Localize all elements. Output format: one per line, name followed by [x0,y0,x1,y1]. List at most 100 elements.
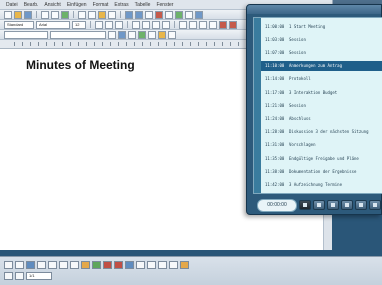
border-icon[interactable] [108,30,116,39]
agenda-item-time: 11:14:00 [265,76,285,82]
drawing-icon[interactable] [175,10,183,19]
menu-format[interactable]: Format [93,2,109,8]
agenda-item[interactable]: 11:35:00 Endgültige Freigabe und Pläne [261,153,382,163]
style-select[interactable]: Standard [4,20,34,29]
cut-icon[interactable] [78,10,86,19]
agenda-gutter [254,18,261,193]
underline-icon[interactable] [115,20,123,29]
track-changes-icon[interactable] [168,30,176,39]
save-icon[interactable] [24,10,32,19]
indent-icon[interactable] [209,20,217,29]
3d-icon[interactable] [180,260,189,269]
agenda-item-title: 3 Aufzeichnung Termine [289,181,342,187]
font-select[interactable]: Arial [36,20,70,29]
dash-style-icon[interactable] [147,260,156,269]
table-icon[interactable] [155,10,163,19]
paste-icon[interactable] [98,10,106,19]
menu-tools[interactable]: Extras [114,2,128,8]
agenda-item[interactable]: 11:42:00 3 Aufzeichnung Termine [261,179,382,189]
panel-title-bar[interactable] [247,5,381,14]
font-family-select[interactable] [50,30,106,39]
menu-view[interactable]: Ansicht [44,2,60,8]
bold-icon[interactable] [95,20,103,29]
wordart-icon[interactable] [81,260,90,269]
line-style-icon[interactable] [136,260,145,269]
menu-edit[interactable]: Bearb. [24,2,39,8]
gear-icon [373,203,377,207]
settings-button[interactable] [369,200,381,210]
agenda-item-title: Session [289,49,306,55]
zoom-icon[interactable] [185,10,193,19]
print-icon[interactable] [41,10,49,19]
menu-insert[interactable]: Einfügen [67,2,87,8]
menu-table[interactable]: Tabelle [135,2,151,8]
draw-menu-icon[interactable] [4,260,13,269]
agenda-item[interactable]: 11:28:00 Diskussion 3 der nächsten Sitzun… [261,127,382,137]
outdent-icon[interactable] [199,20,207,29]
align-left-icon[interactable] [132,20,140,29]
text-box-icon[interactable] [148,30,156,39]
record-button[interactable] [299,200,311,210]
clipart-icon[interactable] [92,260,101,269]
print-preview-icon[interactable] [51,10,59,19]
insert-picture-icon[interactable] [138,30,146,39]
spellcheck-icon[interactable] [61,10,69,19]
arrow-style-icon[interactable] [158,260,167,269]
autoshapes-icon[interactable] [26,260,35,269]
menu-file[interactable]: Datei [6,2,18,8]
text-color-icon[interactable] [125,260,134,269]
previous-button[interactable] [313,200,325,210]
agenda-list: 11:00:00 1 Start Meeting 11:03:00 Session 11… [253,17,382,194]
play-button[interactable] [327,200,339,210]
agenda-item[interactable]: 11:38:00 Dokumentation der Ergebnisse [261,166,382,176]
new-document-icon[interactable] [4,10,12,19]
line-spacing-icon[interactable] [128,30,136,39]
rectangle-icon[interactable] [59,260,68,269]
highlight-icon[interactable] [219,20,227,29]
agenda-item[interactable]: 11:10:00 Anmerkungen zum Antrag [261,60,382,71]
stop-icon [359,203,363,207]
paragraph-style-select[interactable] [4,30,48,39]
open-folder-icon[interactable] [14,10,22,19]
menu-window[interactable]: Fenster [156,2,173,8]
numbering-icon[interactable] [179,20,187,29]
shadow-icon[interactable] [169,260,178,269]
italic-icon[interactable] [105,20,113,29]
agenda-item[interactable]: 11:21:00 Session [261,100,382,110]
font-size-select[interactable]: 12 [72,20,86,29]
desktop: Datei Bearb. Ansicht Einfügen Format Ext… [0,0,382,285]
fill-color-icon[interactable] [103,260,112,269]
redo-icon[interactable] [135,10,143,19]
layout-view-icon[interactable] [15,271,24,280]
agenda-item[interactable]: 11:31:00 Vorschlagen [261,140,382,150]
justify-icon[interactable] [162,20,170,29]
agenda-item-title: Anmerkungen zum Antrag [289,63,342,69]
line-icon[interactable] [37,260,46,269]
copy-icon[interactable] [88,10,96,19]
hyperlink-icon[interactable] [145,10,153,19]
select-objects-icon[interactable] [15,260,24,269]
line-color-icon[interactable] [114,260,123,269]
agenda-item[interactable]: 11:14:00 Protokoll [261,74,382,84]
bullets-icon[interactable] [189,20,197,29]
time-display: 00:00:00 [257,199,297,212]
format-painter-icon[interactable] [108,10,116,19]
help-icon[interactable] [195,10,203,19]
shading-icon[interactable] [118,30,126,39]
columns-icon[interactable] [165,10,173,19]
font-color-icon[interactable] [229,20,237,29]
agenda-item[interactable]: 11:07:00 Session [261,47,382,57]
next-button[interactable] [341,200,353,210]
oval-icon[interactable] [70,260,79,269]
comment-icon[interactable] [158,30,166,39]
arrow-icon[interactable] [48,260,57,269]
agenda-item[interactable]: 11:17:00 3 Interaktion Budget [261,87,382,97]
agenda-item[interactable]: 11:00:00 1 Start Meeting [261,21,382,31]
agenda-item[interactable]: 11:03:00 Session [261,34,382,44]
normal-view-icon[interactable] [4,271,13,280]
align-right-icon[interactable] [152,20,160,29]
stop-button[interactable] [355,200,367,210]
align-center-icon[interactable] [142,20,150,29]
undo-icon[interactable] [125,10,133,19]
agenda-item[interactable]: 11:24:00 Abschluss [261,113,382,123]
